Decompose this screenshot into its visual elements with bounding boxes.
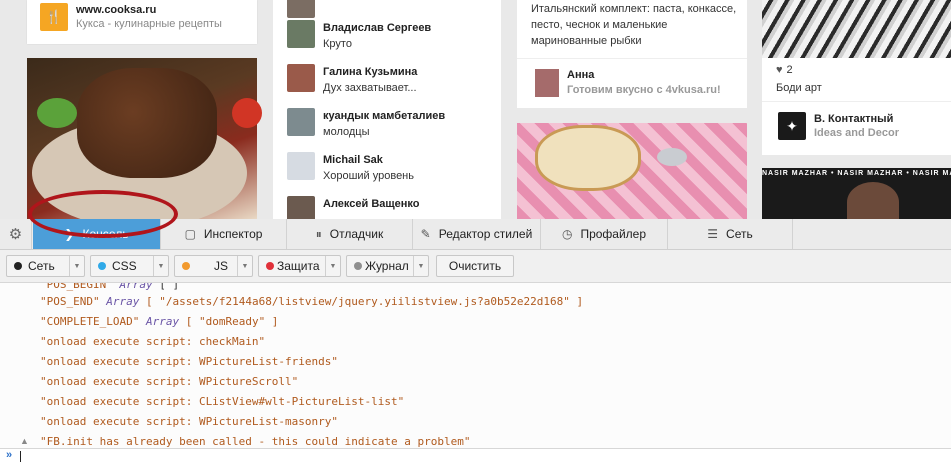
prompt-icon: » xyxy=(6,449,13,461)
comment-item: Владислав Сергеев Круто xyxy=(287,20,431,52)
recipe-description: Итальянский комплект: паста, конкассе, п… xyxy=(531,3,737,47)
filter-security-button[interactable]: Защита ▼ xyxy=(258,255,341,277)
filter-network-button[interactable]: Сеть ▼ xyxy=(6,255,85,277)
console-filter-bar: Сеть ▼ CSS ▼ JS ▼ Защита ▼ Журнал ▼ Очис… xyxy=(0,250,951,283)
console-output: "POS_BEGIN" Array [ ] "POS_END" Array [ … xyxy=(0,283,951,449)
avatar[interactable] xyxy=(535,69,559,97)
filter-log-button[interactable]: Журнал ▼ xyxy=(346,255,429,277)
group-subtitle: Ideas and Decor xyxy=(814,127,899,139)
art-card: ♥ 2 Боди арт ✦ В. Контактный Ideas and D… xyxy=(762,0,951,155)
author-name[interactable]: Анна xyxy=(567,68,721,83)
comment-author[interactable]: Галина Кузьмина xyxy=(323,64,417,80)
console-line: "onload execute script: WPictureScroll" xyxy=(40,375,299,388)
console-line: "onload execute script: WPictureList-mas… xyxy=(40,415,339,428)
author-subtitle: Готовим вкусно с 4vkusa.ru! xyxy=(567,84,721,96)
heart-icon: ♥ xyxy=(776,64,783,76)
profiler-icon: ◷ xyxy=(561,227,573,241)
food-photo-cutlets[interactable] xyxy=(27,58,262,219)
comment-text: Хороший уровень xyxy=(323,170,414,182)
devtools-tabbar: ⚙ ❯ Консоль ▢ Инспектор ⏸ Отладчик ✎ Ред… xyxy=(0,219,951,250)
devtools-panel: ⚙ ❯ Консоль ▢ Инспектор ⏸ Отладчик ✎ Ред… xyxy=(0,219,951,463)
clear-button[interactable]: Очистить xyxy=(436,255,514,277)
source-site[interactable]: www.cooksa.ru xyxy=(76,3,222,17)
comment-text: Дух захватывает... xyxy=(323,82,417,94)
comment-item: Галина Кузьмина Дух захватывает... xyxy=(287,64,417,96)
inspector-icon: ▢ xyxy=(184,227,196,241)
comment-item: куандык мамбеталиев молодцы xyxy=(287,108,445,140)
comment-item: Алексей Ващенко xyxy=(287,196,420,219)
chevron-down-icon[interactable]: ▼ xyxy=(413,256,428,276)
author-row[interactable]: Анна Готовим вкусно с 4vkusa.ru! xyxy=(535,68,721,98)
avatar[interactable] xyxy=(287,108,315,136)
source-title: Кукса - кулинарные рецепты xyxy=(76,18,222,30)
dog-logo-icon: ✦ xyxy=(778,112,806,140)
chevron-down-icon[interactable]: ▼ xyxy=(69,256,84,276)
filter-js-button[interactable]: JS ▼ xyxy=(174,255,253,277)
tiger-bodyart-photo[interactable] xyxy=(762,0,951,58)
likes-count: 2 xyxy=(786,64,793,76)
likes[interactable]: ♥ 2 xyxy=(776,64,793,76)
tab-debugger[interactable]: ⏸ Отладчик xyxy=(287,219,413,249)
gear-icon[interactable]: ⚙ xyxy=(0,219,32,249)
avatar[interactable] xyxy=(287,0,315,18)
text-caret xyxy=(20,451,21,462)
console-input[interactable]: » xyxy=(0,448,951,463)
console-line: "onload execute script: CListView#wlt-Pi… xyxy=(40,395,405,408)
comment-author[interactable]: Алексей Ващенко xyxy=(323,196,420,212)
console-line: "POS_BEGIN" Array [ ] xyxy=(40,283,180,291)
group-name[interactable]: В. Контактный xyxy=(814,112,899,126)
warning-icon: ▲ xyxy=(20,436,29,446)
console-line: "onload execute script: checkMain" xyxy=(40,335,266,348)
webpage-area: 🍴 www.cooksa.ru Кукса - кулинарные рецеп… xyxy=(0,0,951,219)
chevron-down-icon[interactable]: ▼ xyxy=(237,256,252,276)
js-dot-icon xyxy=(182,262,190,270)
food-photo-bread[interactable] xyxy=(517,123,747,219)
group-row[interactable]: ✦ В. Контактный Ideas and Decor xyxy=(778,112,899,140)
avatar[interactable] xyxy=(287,196,315,219)
console-line: "COMPLETE_LOAD" Array [ "domReady" ] xyxy=(40,315,279,328)
avatar[interactable] xyxy=(287,20,315,48)
console-chevron-icon: ❯ xyxy=(64,227,75,241)
console-line: "onload execute script: WPictureList-fri… xyxy=(40,355,339,368)
tab-console[interactable]: ❯ Консоль xyxy=(33,219,161,249)
nasir-photo[interactable]: NASIR MAZHAR • NASIR MAZHAR • NASIR MAZH… xyxy=(762,168,951,219)
filter-css-button[interactable]: CSS ▼ xyxy=(90,255,169,277)
network-dot-icon xyxy=(14,262,22,270)
console-line: "FB.init has already been called - this … xyxy=(40,435,471,448)
tab-style-editor[interactable]: ✎ Редактор стилей xyxy=(413,219,541,249)
comment-item xyxy=(287,0,323,18)
css-dot-icon xyxy=(98,262,106,270)
chevron-down-icon[interactable]: ▼ xyxy=(153,256,168,276)
log-dot-icon xyxy=(354,262,362,270)
comment-author[interactable]: Владислав Сергеев xyxy=(323,20,431,36)
comment-author[interactable]: Michail Sak xyxy=(323,152,414,168)
source-row[interactable]: 🍴 www.cooksa.ru Кукса - кулинарные рецеп… xyxy=(40,3,222,31)
console-line: "POS_END" Array [ "/assets/f2144a68/list… xyxy=(40,295,584,308)
style-editor-icon: ✎ xyxy=(420,227,431,241)
banner-text: NASIR MAZHAR • NASIR MAZHAR • NASIR MAZH… xyxy=(762,170,951,177)
tab-network[interactable]: ☰ Сеть xyxy=(668,219,793,249)
recipe-card: Итальянский комплект: паста, конкассе, п… xyxy=(517,0,747,108)
network-icon: ☰ xyxy=(707,227,719,241)
avatar[interactable] xyxy=(287,152,315,180)
debugger-icon: ⏸ xyxy=(315,226,322,241)
avatar[interactable] xyxy=(287,64,315,92)
comment-author[interactable]: куандык мамбеталиев xyxy=(323,108,445,124)
art-caption: Боди арт xyxy=(776,82,822,94)
comment-text: Круто xyxy=(323,38,352,50)
comment-item: Michail Sak Хороший уровень xyxy=(287,152,414,184)
comment-text: молодцы xyxy=(323,126,370,138)
cooksa-logo-icon: 🍴 xyxy=(40,3,68,31)
comments-card: Владислав Сергеев Круто Галина Кузьмина … xyxy=(273,0,501,219)
tab-profiler[interactable]: ◷ Профайлер xyxy=(541,219,668,249)
tab-inspector[interactable]: ▢ Инспектор xyxy=(161,219,287,249)
security-dot-icon xyxy=(266,262,274,270)
chevron-down-icon[interactable]: ▼ xyxy=(325,256,340,276)
